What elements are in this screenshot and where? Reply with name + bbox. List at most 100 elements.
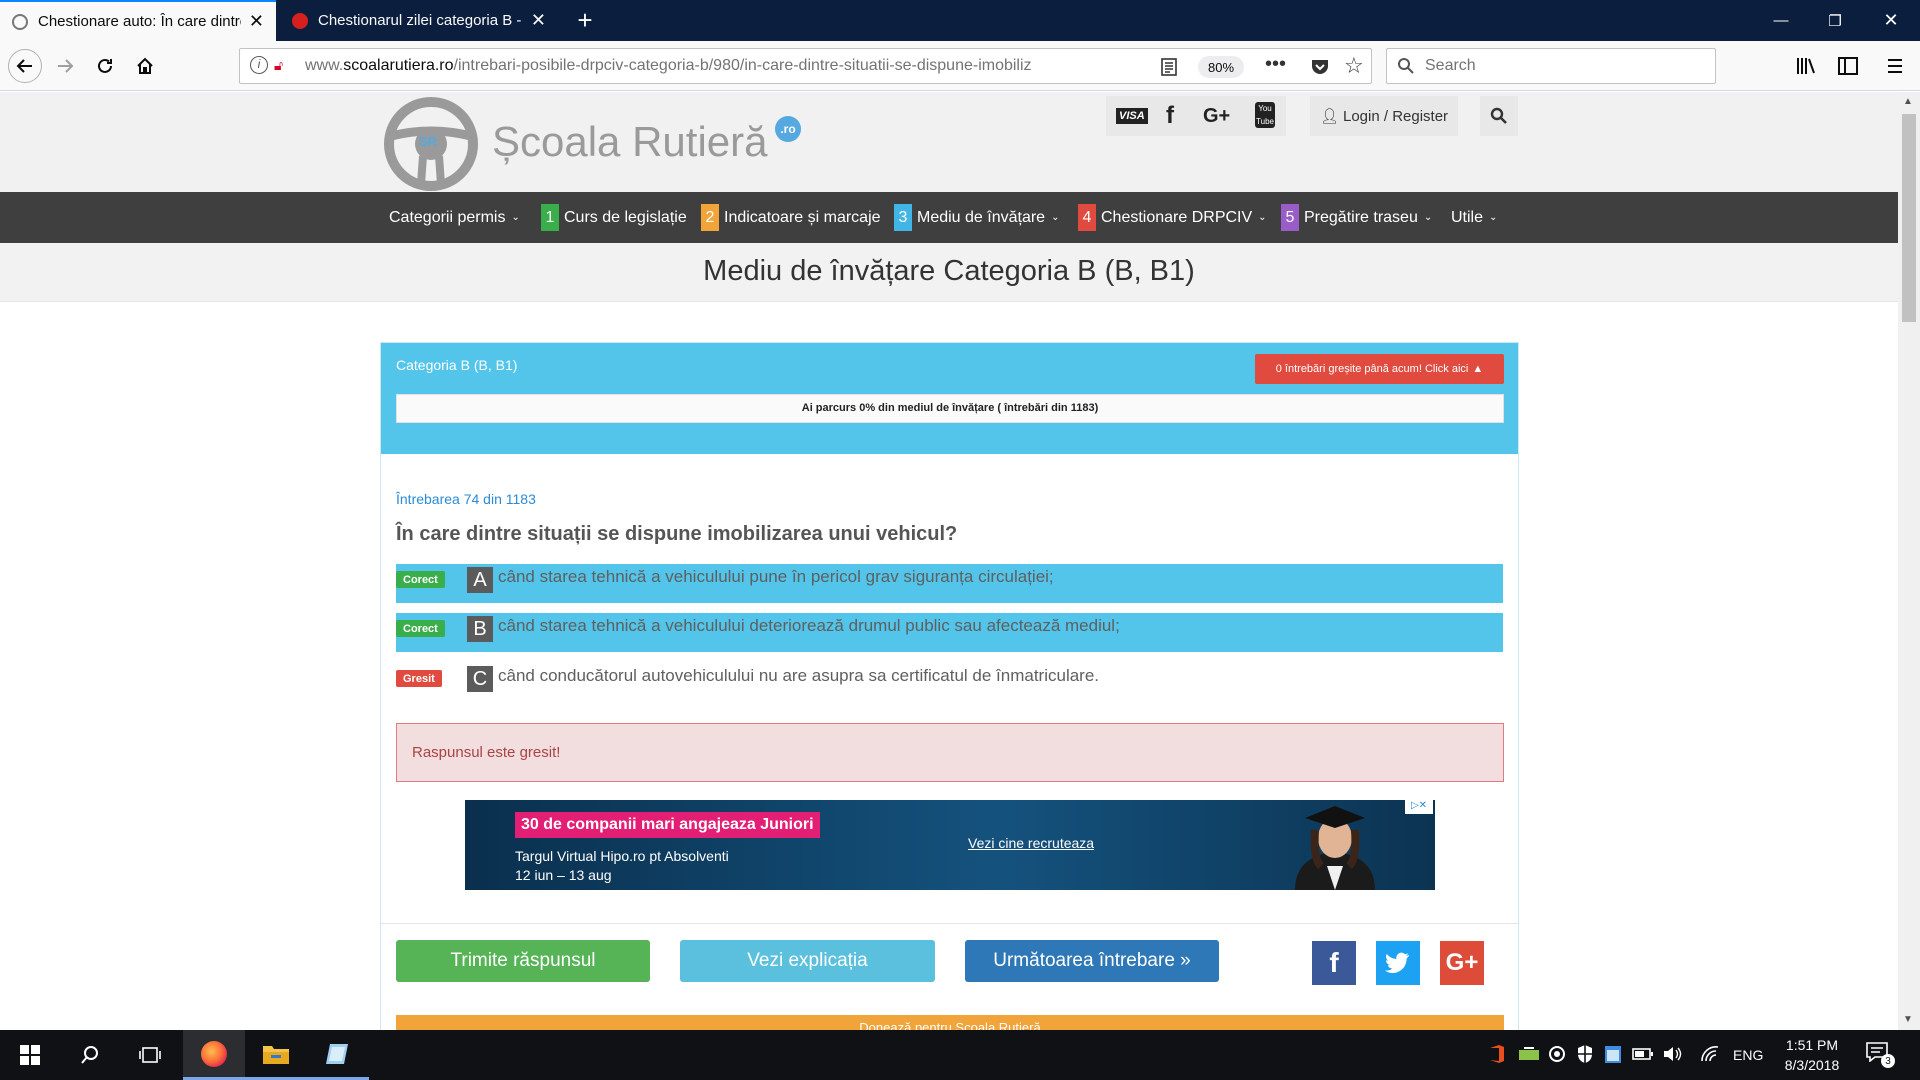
- chevron-down-icon: ⌄: [1423, 212, 1433, 223]
- task-view-icon: [139, 1047, 161, 1063]
- hamburger-menu-icon[interactable]: [1886, 57, 1904, 75]
- page-title: Mediu de învățare Categoria B (B, B1): [703, 255, 1195, 287]
- submit-answer-button[interactable]: Trimite răspunsul: [396, 940, 650, 982]
- status-badge: Corect: [396, 571, 445, 588]
- search-taskbar-button[interactable]: [60, 1030, 120, 1080]
- answer-text: când conducătorul autovehiculului nu are…: [498, 666, 1100, 685]
- home-button[interactable]: [128, 49, 162, 83]
- record-icon[interactable]: [1548, 1045, 1566, 1063]
- taskbar-app[interactable]: [307, 1030, 369, 1080]
- explanation-button[interactable]: Vezi explicația: [680, 940, 935, 982]
- defender-shield-icon[interactable]: [1576, 1044, 1594, 1064]
- status-badge: Corect: [396, 620, 445, 637]
- taskbar-firefox[interactable]: [183, 1030, 245, 1080]
- notification-count-badge: 3: [1881, 1054, 1895, 1068]
- windows-start-button[interactable]: [0, 1030, 60, 1080]
- wifi-icon[interactable]: [1700, 1045, 1720, 1063]
- scroll-down-icon[interactable]: ▼: [1903, 1014, 1913, 1025]
- sidebar-icon[interactable]: [1838, 57, 1858, 75]
- back-button[interactable]: [8, 49, 42, 83]
- language-indicator[interactable]: ENG: [1733, 1030, 1763, 1080]
- tab-active[interactable]: Chestionare auto: În care dintre ✕: [0, 0, 276, 41]
- forward-button[interactable]: [48, 49, 82, 83]
- facebook-icon[interactable]: f: [1166, 102, 1174, 130]
- windows-taskbar: ENG 1:51 PM 8/3/2018 3: [0, 1030, 1920, 1080]
- scrollbar-thumb[interactable]: [1902, 114, 1916, 322]
- new-tab-button[interactable]: +: [570, 6, 600, 36]
- taskbar-file-explorer[interactable]: [245, 1030, 307, 1080]
- menu-item-categorii-permis[interactable]: Categorii permis ⌄: [389, 192, 520, 243]
- logo-badge: SR: [419, 134, 438, 149]
- twitter-share-icon[interactable]: [1376, 941, 1420, 985]
- volume-icon[interactable]: [1662, 1045, 1682, 1063]
- google-plus-share-icon[interactable]: G+: [1440, 941, 1484, 985]
- site-logo[interactable]: SR Școala Rutieră .ro: [383, 96, 803, 192]
- minimize-button[interactable]: —: [1752, 0, 1810, 41]
- close-tab-icon[interactable]: ✕: [249, 11, 264, 32]
- donate-bar[interactable]: Donează pentru Școala Rutieră: [396, 1015, 1504, 1030]
- url-text[interactable]: www.scoalarutiera.ro/intrebari-posibile-…: [305, 57, 1135, 75]
- login-register-label: Login / Register: [1342, 107, 1449, 125]
- menu-number-badge: 3: [894, 204, 912, 231]
- ad-banner[interactable]: 30 de companii mari angajeaza Juniori Ta…: [465, 800, 1435, 890]
- insecure-lock-icon[interactable]: 🔓︎: [274, 57, 283, 74]
- menu-item-utile[interactable]: Utile ⌄: [1451, 192, 1497, 243]
- tab-inactive[interactable]: Chestionarul zilei categoria B - ✕: [280, 0, 558, 41]
- bookmark-star-icon[interactable]: ☆: [1344, 53, 1364, 79]
- answer-option-c[interactable]: Gresit C când conducătorul autovehiculul…: [396, 663, 1503, 702]
- arrow-left-icon: [16, 59, 32, 73]
- header-social-strip: VISA f G+ You Tube: [1106, 96, 1286, 136]
- result-message: Raspunsul este gresit!: [412, 744, 561, 761]
- site-search-button[interactable]: [1480, 96, 1518, 136]
- result-alert: Raspunsul este gresit!: [396, 723, 1504, 782]
- ad-line2: 12 iun – 13 aug: [515, 867, 612, 883]
- task-view-button[interactable]: [120, 1030, 180, 1080]
- menu-item-indicatoare[interactable]: 2 Indicatoare și marcaje: [701, 192, 881, 243]
- calendar-app-icon[interactable]: [1604, 1044, 1622, 1064]
- ad-line1: Targul Virtual Hipo.ro pt Absolventi: [515, 848, 729, 864]
- pocket-icon[interactable]: [1310, 57, 1330, 77]
- ad-cta[interactable]: Vezi cine recruteaza: [968, 835, 1094, 851]
- menu-item-mediu-invatare[interactable]: 3 Mediu de învățare ⌄: [894, 192, 1059, 243]
- login-register-link[interactable]: 👤︎ Login / Register: [1310, 96, 1458, 136]
- battery-icon[interactable]: [1632, 1047, 1654, 1061]
- quiz-category: Categoria B (B, B1): [396, 357, 518, 373]
- menu-item-chestionare-drpciv[interactable]: 4 Chestionare DRPCIV ⌄: [1078, 192, 1267, 243]
- answer-text: când starea tehnică a vehiculului deteri…: [498, 616, 1120, 635]
- ad-headline: 30 de companii mari angajeaza Juniori: [515, 812, 820, 838]
- search-icon: [1398, 58, 1414, 74]
- wrong-answers-button[interactable]: 0 întrebări greșite până acum! Click aic…: [1255, 354, 1504, 384]
- google-plus-icon[interactable]: G+: [1203, 105, 1230, 128]
- ad-choices-icon[interactable]: ▷✕: [1405, 800, 1433, 814]
- restore-button[interactable]: ❐: [1806, 0, 1864, 41]
- answer-option-a[interactable]: Corect A când starea tehnică a vehiculul…: [396, 564, 1503, 603]
- address-bar[interactable]: i 🔓︎ www.scoalarutiera.ro/intrebari-posi…: [239, 48, 1372, 84]
- library-icon[interactable]: [1796, 57, 1816, 75]
- action-center-button[interactable]: 3: [1866, 1042, 1896, 1070]
- close-window-button[interactable]: ✕: [1862, 0, 1920, 41]
- menu-item-pregatire-traseu[interactable]: 5 Pregătire traseu ⌄: [1281, 192, 1432, 243]
- site-favicon-icon: [12, 13, 28, 30]
- network-device-icon[interactable]: [1518, 1046, 1540, 1062]
- scroll-up-icon[interactable]: ▲: [1903, 96, 1913, 107]
- reload-button[interactable]: [88, 49, 122, 83]
- tablet-app-icon: [326, 1043, 348, 1064]
- facebook-share-icon[interactable]: f: [1312, 941, 1356, 985]
- answer-option-b[interactable]: Corect B când starea tehnică a vehiculul…: [396, 613, 1503, 652]
- info-icon[interactable]: i: [250, 56, 268, 74]
- menu-item-curs-legislatie[interactable]: 1 Curs de legislație: [541, 192, 687, 243]
- clock[interactable]: 1:51 PM 8/3/2018: [1780, 1030, 1844, 1080]
- visa-icon[interactable]: VISA: [1116, 108, 1148, 124]
- next-question-button[interactable]: Următoarea întrebare »: [965, 940, 1219, 982]
- search-box[interactable]: Search: [1386, 48, 1716, 84]
- zoom-level[interactable]: 80%: [1198, 56, 1244, 78]
- reader-view-icon[interactable]: [1160, 58, 1178, 76]
- answer-letter: B: [467, 616, 493, 642]
- close-tab-icon[interactable]: ✕: [531, 10, 546, 31]
- office-icon[interactable]: [1488, 1044, 1506, 1064]
- page-actions-icon[interactable]: •••: [1265, 53, 1286, 76]
- cursor-hand-icon: ▲: [1472, 363, 1484, 375]
- chevron-down-icon: ⌄: [1489, 212, 1498, 223]
- user-icon: 👤︎: [1319, 108, 1339, 125]
- youtube-icon[interactable]: You Tube: [1255, 102, 1275, 128]
